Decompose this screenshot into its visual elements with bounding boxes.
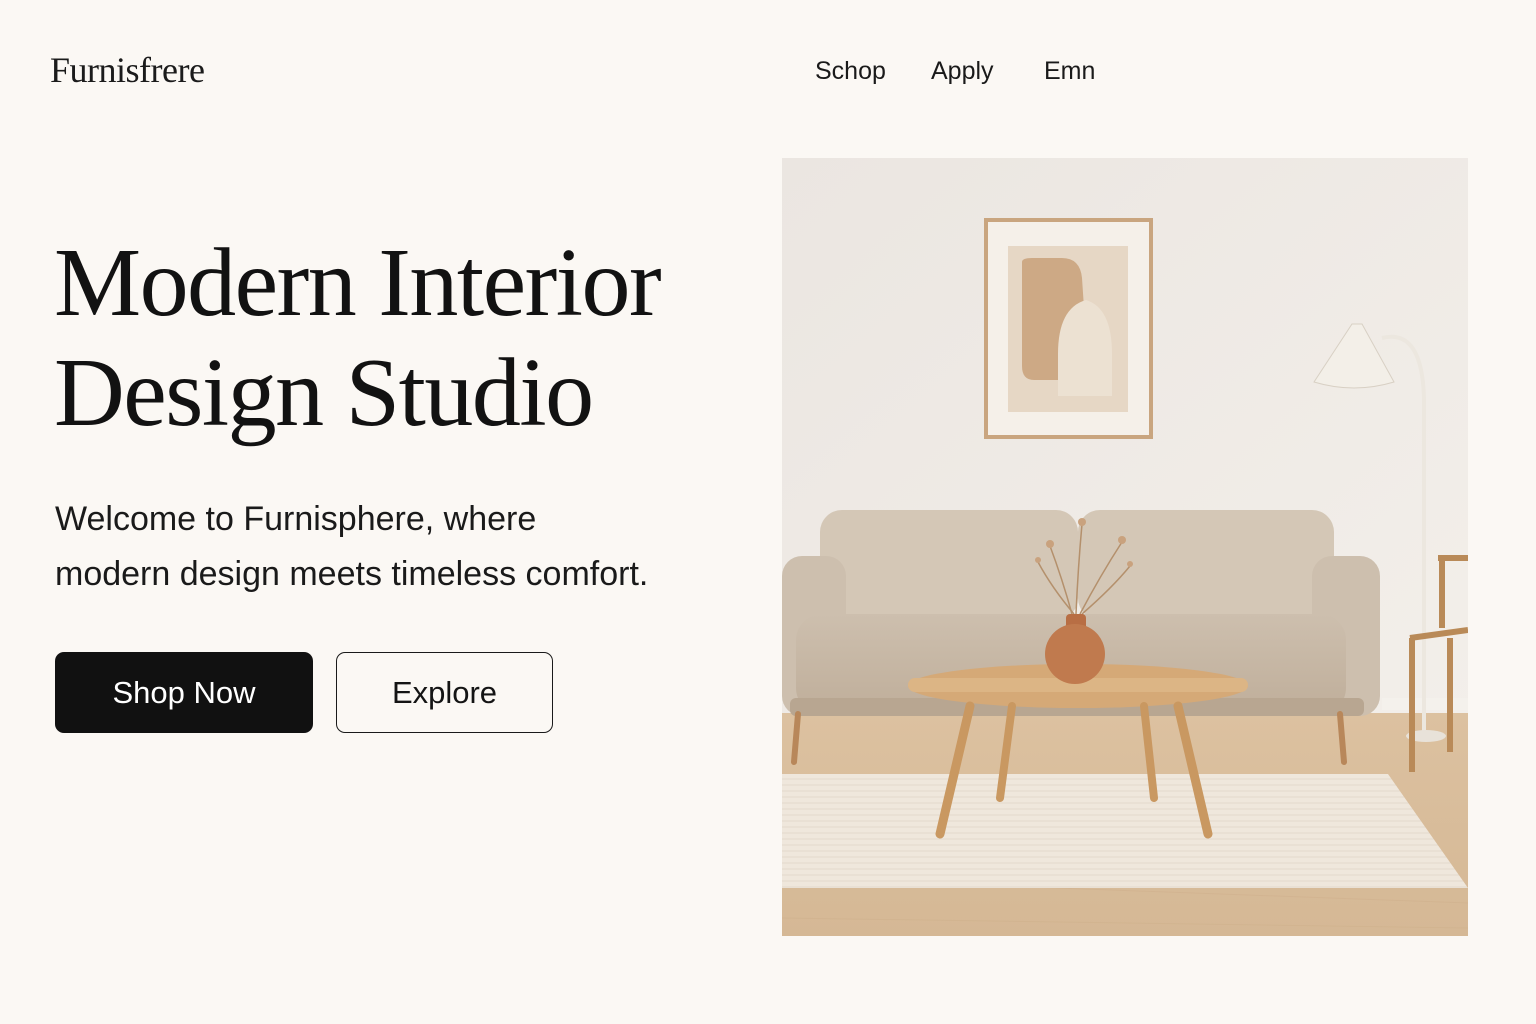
hero-title: Modern Interior Design Studio: [54, 228, 662, 448]
hero-subtitle: Welcome to Furnisphere, where modern des…: [55, 492, 755, 602]
shop-now-button[interactable]: Shop Now: [55, 652, 313, 733]
framed-art: [984, 218, 1153, 439]
explore-button[interactable]: Explore: [336, 652, 553, 733]
hero-title-line-1: Modern Interior: [54, 229, 662, 337]
brand-logo[interactable]: Furnisfrere: [50, 48, 205, 92]
landing-page: Furnisfrere Schop Apply Emn Modern Inter…: [0, 0, 1536, 1024]
top-nav: Schop Apply Emn: [815, 54, 1114, 88]
rug: [782, 774, 1468, 888]
hero-subtitle-line-2: modern design meets timeless comfort.: [55, 555, 649, 593]
hero-subtitle-line-1: Welcome to Furnisphere, where: [55, 500, 537, 538]
nav-link-schop[interactable]: Schop: [815, 54, 931, 88]
nav-link-apply[interactable]: Apply: [931, 54, 1044, 88]
hero-title-line-2: Design Studio: [54, 339, 594, 447]
nav-link-emn[interactable]: Emn: [1044, 54, 1114, 88]
living-room-image: [782, 158, 1468, 936]
